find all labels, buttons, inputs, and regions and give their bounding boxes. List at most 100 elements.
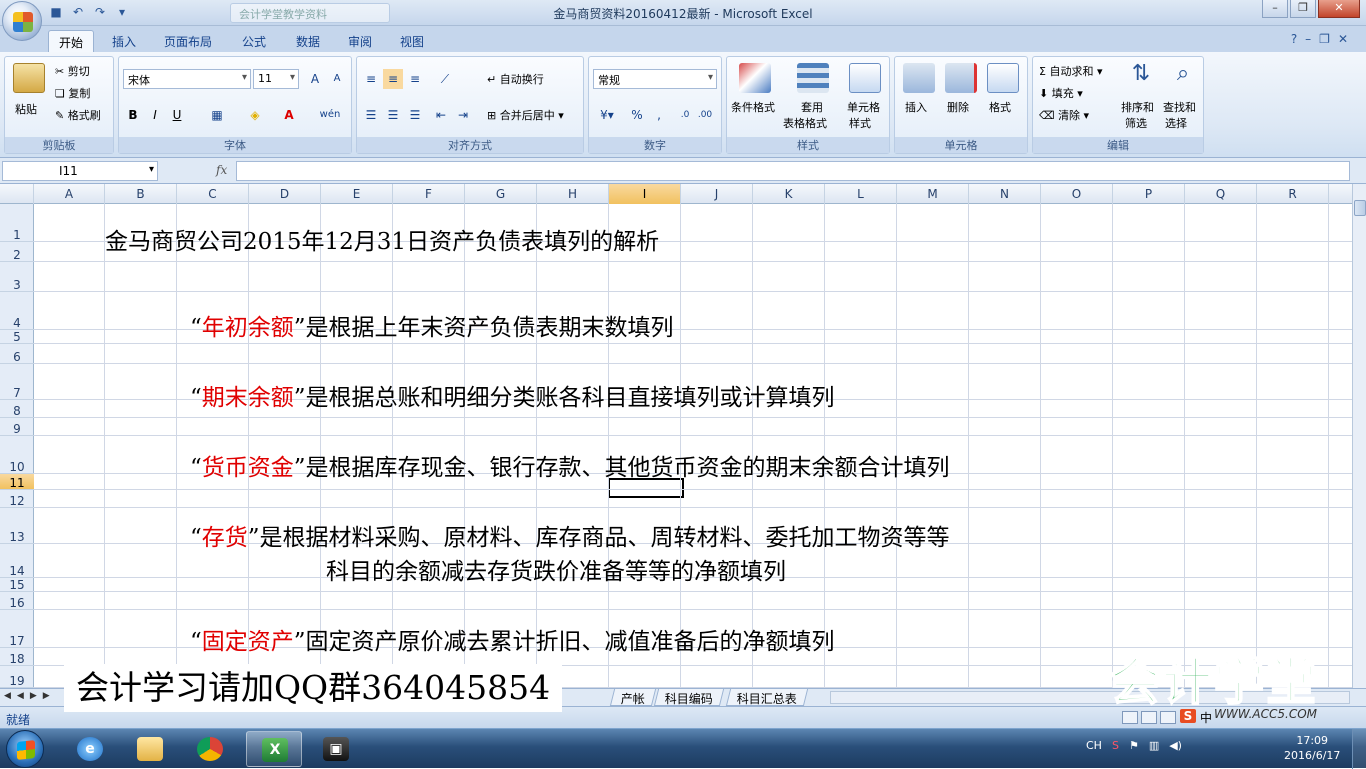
row-header[interactable]: 11	[0, 474, 34, 490]
bold-button[interactable]: B	[123, 105, 143, 125]
column-header[interactable]: O	[1041, 184, 1113, 204]
taskbar-ie[interactable]: e	[62, 731, 118, 767]
column-header[interactable]: C	[177, 184, 249, 204]
row-header[interactable]: 14	[0, 544, 34, 578]
format-cells-icon[interactable]	[987, 63, 1019, 93]
row-header[interactable]: 3	[0, 262, 34, 292]
row-header[interactable]: 19	[0, 666, 34, 688]
insert-cells-button[interactable]: 插入	[905, 99, 927, 115]
page-break-view-button[interactable]	[1160, 711, 1176, 724]
row-header[interactable]: 9	[0, 418, 34, 436]
clear-button[interactable]: ⌫ 清除 ▾	[1039, 107, 1089, 123]
autosum-button[interactable]: Σ 自动求和 ▾	[1039, 63, 1102, 79]
worksheet-grid[interactable]: ABCDEFGHIJKLMNOPQR 1 2 3 4 5 6 7 8 9 10 11 12 13 14 15…	[0, 184, 1352, 688]
tab-formulas[interactable]: 公式	[232, 30, 276, 52]
cell-styles-button-l2[interactable]: 样式	[849, 115, 871, 131]
align-middle-icon[interactable]: ≡	[383, 69, 403, 89]
copy-button[interactable]: ❏ 复制	[55, 85, 90, 101]
row-header[interactable]: 4	[0, 292, 34, 330]
align-right-icon[interactable]: ☰	[405, 105, 425, 125]
align-center-icon[interactable]: ☰	[383, 105, 403, 125]
scroll-thumb[interactable]	[1354, 200, 1366, 216]
italic-button[interactable]: I	[145, 105, 165, 125]
tray-language[interactable]: CH	[1086, 739, 1102, 752]
row-header[interactable]: 7	[0, 364, 34, 400]
column-header[interactable]: I	[609, 184, 681, 204]
taskbar-explorer[interactable]	[122, 731, 178, 767]
taskbar-excel[interactable]: X	[246, 731, 302, 767]
office-button[interactable]	[2, 1, 42, 41]
normal-view-button[interactable]	[1122, 711, 1138, 724]
vertical-scrollbar[interactable]	[1352, 184, 1366, 688]
row-header[interactable]: 6	[0, 344, 34, 364]
select-all-corner[interactable]	[0, 184, 34, 204]
currency-icon[interactable]: ¥▾	[593, 105, 621, 125]
conditional-format-icon[interactable]	[739, 63, 771, 93]
borders-icon[interactable]: ▦	[207, 105, 227, 125]
ime-indicator[interactable]: S 中	[1180, 709, 1212, 726]
grow-font-button[interactable]: A	[305, 69, 325, 89]
table-format-button-l2[interactable]: 表格格式	[783, 115, 827, 131]
comma-button[interactable]: ,	[649, 105, 669, 125]
font-size-combo[interactable]: 11	[253, 69, 299, 89]
align-top-icon[interactable]: ≡	[361, 69, 381, 89]
number-format-combo[interactable]: 常规	[593, 69, 717, 89]
row-header[interactable]: 8	[0, 400, 34, 418]
column-header[interactable]: K	[753, 184, 825, 204]
fill-button[interactable]: ⬇ 填充 ▾	[1039, 85, 1083, 101]
taskbar-recorder[interactable]: ▣	[308, 731, 364, 767]
function-icon[interactable]: fx	[216, 163, 227, 177]
font-color-icon[interactable]: A	[279, 105, 299, 125]
column-header[interactable]: P	[1113, 184, 1185, 204]
paste-icon[interactable]	[13, 63, 45, 93]
column-header[interactable]: R	[1257, 184, 1329, 204]
underline-button[interactable]: U	[167, 105, 187, 125]
show-desktop-button[interactable]	[1352, 729, 1366, 769]
column-header[interactable]: A	[34, 184, 105, 204]
start-button[interactable]	[6, 730, 44, 768]
minimize-button[interactable]: –	[1262, 0, 1288, 18]
row-header[interactable]: 16	[0, 592, 34, 610]
font-name-combo[interactable]: 宋体	[123, 69, 251, 89]
row-header[interactable]: 2	[0, 242, 34, 262]
tab-view[interactable]: 视图	[390, 30, 434, 52]
clock[interactable]: 17:09 2016/6/17	[1284, 733, 1340, 763]
wrap-text-button[interactable]: ↵ 自动换行	[487, 71, 544, 87]
paste-button[interactable]: 粘贴	[15, 101, 37, 117]
tab-page-layout[interactable]: 页面布局	[154, 30, 222, 52]
tab-data[interactable]: 数据	[286, 30, 330, 52]
phonetic-button[interactable]: wén	[315, 105, 345, 125]
sort-filter-button-l2[interactable]: 筛选	[1125, 115, 1147, 131]
taskbar-chrome[interactable]	[182, 731, 238, 767]
find-select-button-l1[interactable]: 查找和	[1163, 99, 1196, 115]
restore-button[interactable]: ❐	[1290, 0, 1316, 18]
column-header[interactable]: M	[897, 184, 969, 204]
close-button[interactable]: ✕	[1318, 0, 1360, 18]
table-format-icon[interactable]	[797, 63, 829, 93]
column-header[interactable]: E	[321, 184, 393, 204]
binoculars-icon[interactable]: ⌕	[1167, 61, 1199, 91]
column-header[interactable]: G	[465, 184, 537, 204]
cut-button[interactable]: ✂ 剪切	[55, 63, 90, 79]
tab-insert[interactable]: 插入	[102, 30, 146, 52]
column-header[interactable]: F	[393, 184, 465, 204]
sheet-tab-account-summary[interactable]: 科目汇总表	[725, 689, 809, 706]
row-header[interactable]: 5	[0, 330, 34, 344]
find-select-button-l2[interactable]: 选择	[1165, 115, 1187, 131]
delete-cells-button[interactable]: 删除	[947, 99, 969, 115]
sheet-tab-ledger[interactable]: 产帐	[609, 689, 657, 706]
cell-styles-button-l1[interactable]: 单元格	[847, 99, 880, 115]
percent-button[interactable]: %	[627, 105, 647, 125]
row-header[interactable]: 10	[0, 436, 34, 474]
increase-decimal-icon[interactable]: .0	[675, 105, 695, 125]
column-header[interactable]: H	[537, 184, 609, 204]
table-format-button-l1[interactable]: 套用	[801, 99, 823, 115]
column-header[interactable]: D	[249, 184, 321, 204]
tab-review[interactable]: 审阅	[338, 30, 382, 52]
decrease-indent-icon[interactable]: ⇤	[431, 105, 451, 125]
row-header[interactable]: 17	[0, 610, 34, 648]
delete-cells-icon[interactable]	[945, 63, 977, 93]
formula-input[interactable]	[236, 161, 1350, 181]
tray-volume-icon[interactable]: ◀)	[1169, 739, 1182, 752]
name-box[interactable]: I11	[2, 161, 158, 181]
